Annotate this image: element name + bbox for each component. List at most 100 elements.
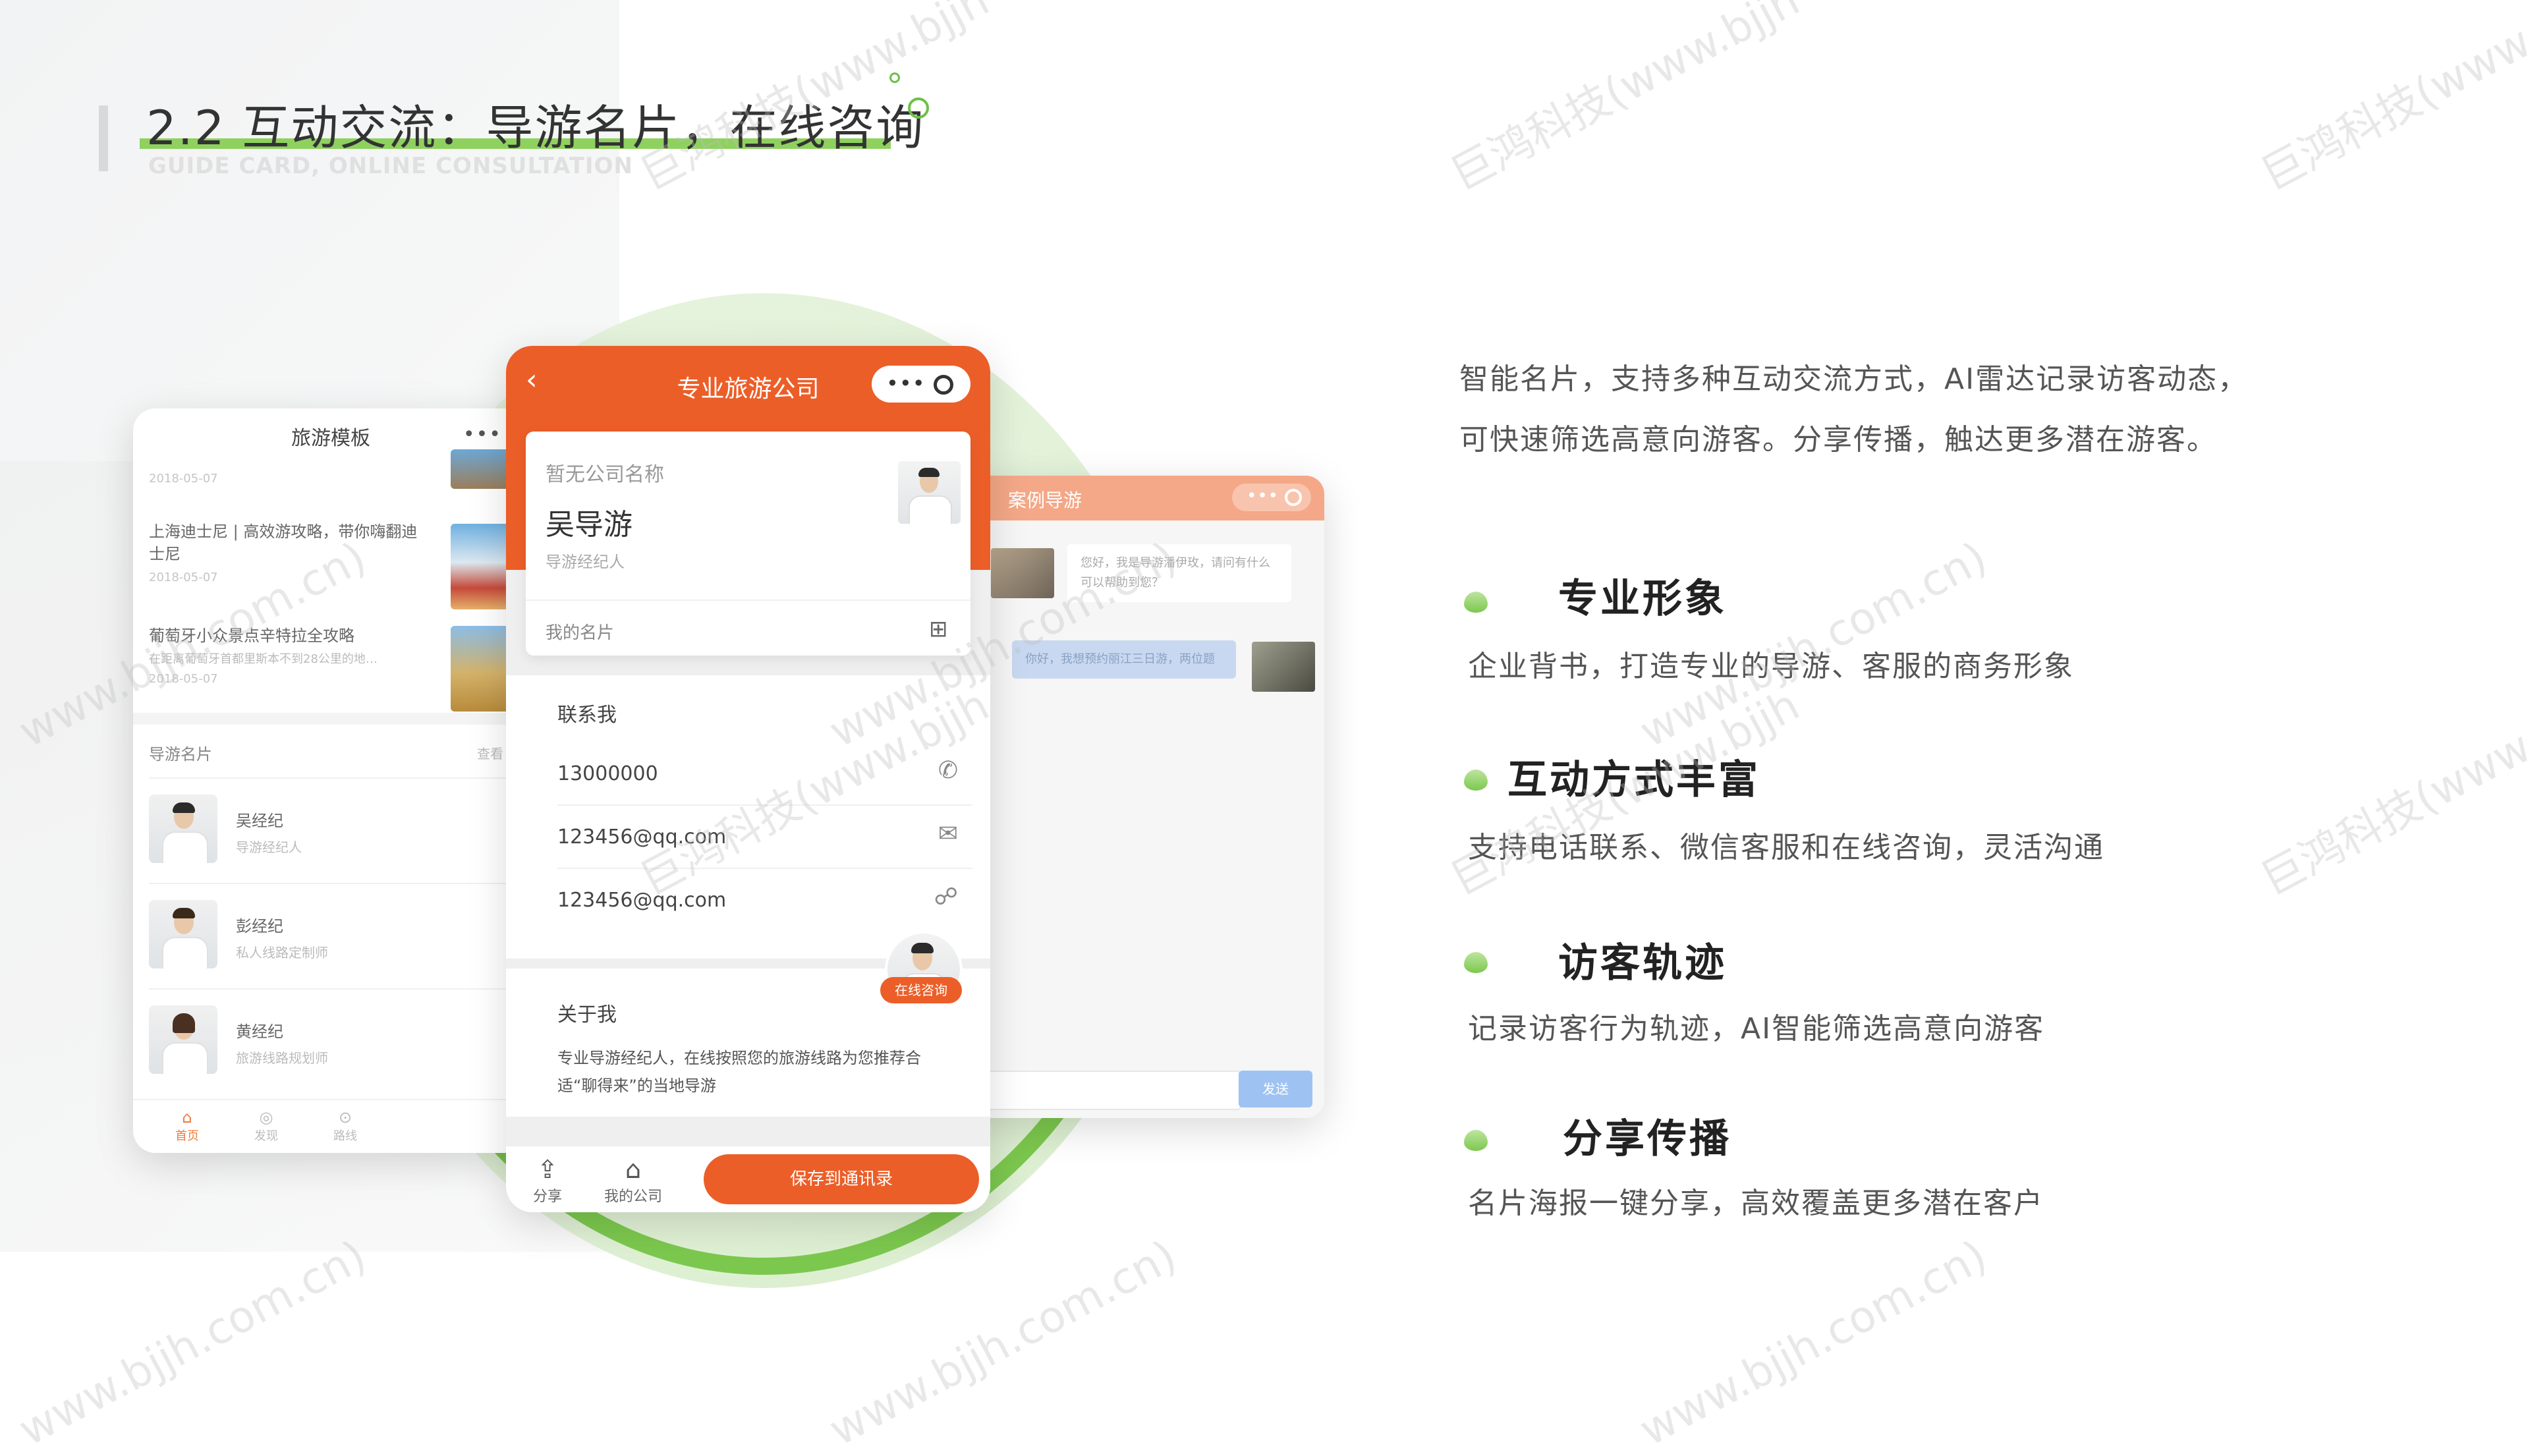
feature-title: 专业形象 xyxy=(1558,576,1727,622)
watermark-text: 巨鸿科技(www.bjjh xyxy=(2252,679,2530,906)
intro-line: 可快速筛选高意向游客。分享传播，触达更多潜在游客。 xyxy=(1459,423,2217,457)
section-divider xyxy=(133,713,528,725)
contact-value: 123456@qq.com xyxy=(557,889,727,912)
divider xyxy=(149,777,518,779)
share-button[interactable]: ⇪ 分享 xyxy=(518,1154,577,1206)
card-bottom-bar: ⇪ 分享 ⌂ 我的公司 保存到通讯录 xyxy=(506,1145,990,1212)
circle-decoration-icon xyxy=(908,98,929,119)
contact-row-phone[interactable]: 13000000 ✆ xyxy=(557,741,972,806)
news-date: 2018-05-07 xyxy=(149,672,218,686)
mail-icon[interactable]: ✉ xyxy=(938,820,958,847)
phone-icon[interactable]: ✆ xyxy=(938,757,958,784)
list-item[interactable]: 彭经纪 私人线路定制师 xyxy=(149,888,518,980)
avatar xyxy=(149,1005,217,1074)
page-subtitle: GUIDE CARD, ONLINE CONSULTATION xyxy=(148,153,633,179)
contact-section: 联系我 13000000 ✆ 123456@qq.com ✉ 123456@qq… xyxy=(506,675,990,959)
avatar xyxy=(1252,642,1315,692)
view-more-link[interactable]: 查看 xyxy=(477,743,503,762)
my-company-label: 我的公司 xyxy=(604,1189,662,1205)
template-phone-screen: 旅游模板 ••• 2018-05-07 上海迪士尼 | 高效游攻略，带你嗨翻迪士… xyxy=(133,408,528,1153)
send-button[interactable]: 发送 xyxy=(1239,1071,1312,1107)
feature-desc: 支持电话联系、微信客服和在线咨询，灵活沟通 xyxy=(1468,831,2104,864)
chat-input[interactable] xyxy=(975,1071,1241,1110)
qrcode-icon[interactable]: ⊞ xyxy=(929,616,948,642)
more-dots-icon[interactable]: ••• xyxy=(1247,486,1279,506)
guide-role: 私人线路定制师 xyxy=(236,945,328,961)
my-company-button[interactable]: ⌂ 我的公司 xyxy=(604,1154,663,1206)
feature-title: 访客轨迹 xyxy=(1558,940,1727,986)
tab-label: 首页 xyxy=(175,1129,199,1143)
chat-message-incoming: 您好，我是导游潘伊玫，请问有什么可以帮助到您？ xyxy=(1067,544,1291,602)
tab-discover[interactable]: ◎ 发现 xyxy=(240,1108,293,1144)
more-dots-icon[interactable]: ••• xyxy=(463,423,502,446)
close-circle-icon[interactable] xyxy=(1285,489,1302,506)
news-summary: 在距离葡萄牙首都里斯本不到28公里的地… xyxy=(149,652,378,666)
watermark-text: www.bjjh.com.cn) xyxy=(1631,1230,1995,1456)
news-title: 葡萄牙小众景点辛特拉全攻略 xyxy=(149,627,354,645)
guide-role: 旅游线路规划师 xyxy=(236,1050,328,1066)
about-text: 专业导游经纪人，在线按照您的旅游线路为您推荐合适“聊得来”的当地导游 xyxy=(557,1049,921,1095)
online-consult-button[interactable]: 在线咨询 xyxy=(880,977,962,1003)
chat-header: 案例导游 ••• xyxy=(962,476,1324,520)
contact-row-wechat[interactable]: 123456@qq.com ☍ xyxy=(557,868,972,931)
feature-title: 互动方式丰富 xyxy=(1507,757,1760,803)
leaf-bullet-icon xyxy=(1464,592,1488,613)
business-card-phone-screen: ‹ 专业旅游公司 ••• 暂无公司名称 吴导游 导游经纪人 我的名片 ⊞ 联系我… xyxy=(506,346,990,1212)
list-item[interactable]: 上海迪士尼 | 高效游攻略，带你嗨翻迪士尼 2018-05-07 xyxy=(149,520,492,584)
avatar xyxy=(898,461,961,524)
contact-value: 123456@qq.com xyxy=(557,826,727,849)
mini-program-capsule[interactable]: ••• xyxy=(872,366,970,403)
watermark-text: 巨鸿科技(www.bjjh xyxy=(2252,0,2530,201)
close-circle-icon[interactable] xyxy=(934,375,953,395)
eye-icon: ◎ xyxy=(259,1108,273,1127)
avatar xyxy=(149,900,217,968)
contact-title: 联系我 xyxy=(557,704,617,727)
feature-desc: 名片海报一键分享，高效覆盖更多潜在客户 xyxy=(1468,1187,2044,1220)
guide-business-card: 暂无公司名称 吴导游 导游经纪人 我的名片 ⊞ xyxy=(526,432,970,656)
feature-desc: 记录访客行为轨迹，AI智能筛选高意向游客 xyxy=(1468,1012,2045,1046)
more-dots-icon[interactable]: ••• xyxy=(886,371,926,396)
company-name: 暂无公司名称 xyxy=(546,463,664,486)
list-item[interactable]: 2018-05-07 xyxy=(149,466,492,486)
feature-title: 分享传播 xyxy=(1563,1116,1731,1162)
bottom-tab-bar: ⌂ 首页 ◎ 发现 ⊙ 路线 xyxy=(133,1099,528,1153)
location-icon: ⊙ xyxy=(338,1108,352,1127)
list-item[interactable]: 吴经纪 导游经纪人 xyxy=(149,783,518,875)
leaf-bullet-icon xyxy=(1464,770,1488,791)
list-item[interactable]: 黄经纪 旅游线路规划师 xyxy=(149,994,518,1086)
share-label: 分享 xyxy=(532,1189,562,1205)
tab-route[interactable]: ⊙ 路线 xyxy=(319,1108,372,1144)
section-title: 导游名片 xyxy=(149,745,212,764)
contact-value: 13000000 xyxy=(557,762,658,785)
intro-paragraph: 智能名片，支持多种互动交流方式，AI雷达记录访客动态， 可快速筛选高意向游客。分… xyxy=(1459,349,2382,470)
chat-window: 案例导游 ••• 您好，我是导游潘伊玫，请问有什么可以帮助到您？ 你好，我想预约… xyxy=(962,476,1324,1118)
page-title: 2.2 互动交流：导游名片，在线咨询 xyxy=(146,100,925,155)
about-title: 关于我 xyxy=(557,1003,617,1026)
guide-role: 导游经纪人 xyxy=(546,553,625,571)
avatar xyxy=(991,548,1054,598)
guide-name: 黄经纪 xyxy=(236,1022,283,1041)
list-item[interactable]: 葡萄牙小众景点辛特拉全攻略 在距离葡萄牙首都里斯本不到28公里的地… 2018-… xyxy=(149,625,492,686)
leaf-bullet-icon xyxy=(1464,1130,1488,1151)
divider xyxy=(526,600,970,601)
my-card-link[interactable]: 我的名片 xyxy=(546,619,614,644)
news-title: 上海迪士尼 | 高效游攻略，带你嗨翻迪士尼 xyxy=(149,522,418,563)
guide-name: 彭经纪 xyxy=(236,917,283,936)
guide-role: 导游经纪人 xyxy=(236,839,302,855)
divider xyxy=(149,883,518,884)
tab-label: 路线 xyxy=(333,1129,357,1143)
mini-program-capsule[interactable]: ••• xyxy=(1232,484,1311,511)
divider xyxy=(149,988,518,990)
watermark-text: 巨鸿科技(www.bjjh xyxy=(1442,0,1808,201)
title-accent-bar xyxy=(99,105,108,171)
tab-home[interactable]: ⌂ 首页 xyxy=(161,1108,213,1144)
contact-row-email[interactable]: 123456@qq.com ✉ xyxy=(557,804,972,869)
wechat-icon[interactable]: ☍ xyxy=(934,883,958,910)
guide-name: 吴导游 xyxy=(546,508,632,542)
news-date: 2018-05-07 xyxy=(149,571,218,584)
chat-header-title: 案例导游 xyxy=(1008,490,1082,511)
save-to-contacts-button[interactable]: 保存到通讯录 xyxy=(704,1154,979,1204)
guide-name: 吴经纪 xyxy=(236,812,283,830)
intro-line: 智能名片，支持多种互动交流方式，AI雷达记录访客动态， xyxy=(1459,362,2249,396)
share-icon: ⇪ xyxy=(537,1155,558,1184)
